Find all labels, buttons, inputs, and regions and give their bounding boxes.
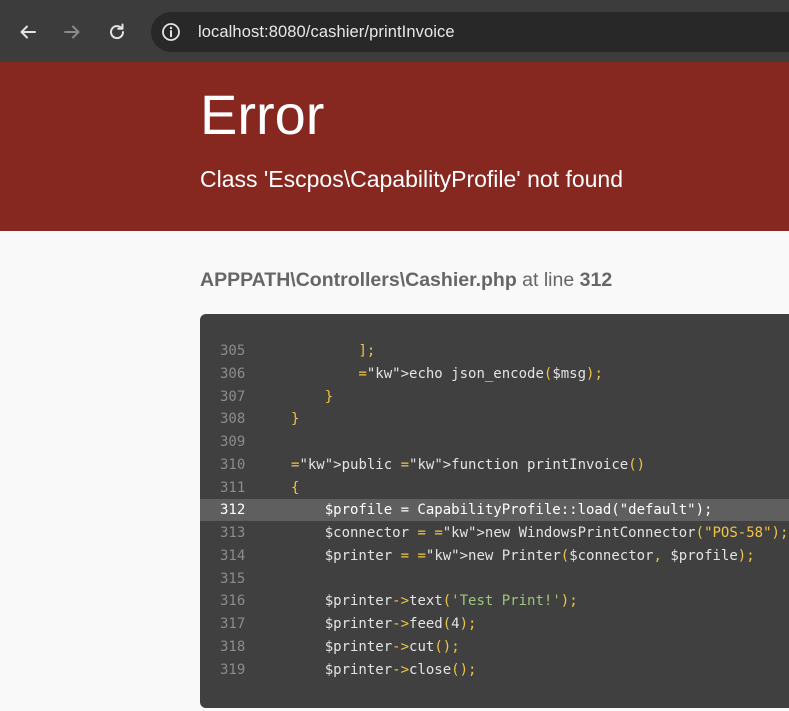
code-line-number: 309	[220, 434, 246, 450]
code-line-text: $printer->close();	[291, 661, 477, 678]
code-line-text: ="kw">echo json_encode($msg);	[358, 365, 603, 382]
code-line: 313 $connector = ="kw">new WindowsPrintC…	[200, 522, 789, 544]
code-line-number: 308	[220, 411, 246, 428]
code-line: 307 }	[200, 386, 789, 408]
code-line-number: 305	[220, 343, 246, 359]
code-line: 316 $printer->text('Test Print!');	[200, 590, 789, 612]
error-title: Error	[200, 83, 325, 146]
code-line: 311 {	[200, 477, 789, 499]
code-line-number: 306	[220, 365, 246, 382]
code-line-text: }	[324, 388, 334, 405]
code-line-number: 314	[220, 547, 246, 564]
code-line-number: 313	[220, 525, 246, 541]
code-snippet: 305 ]; 306 ="kw">echo json_encode($msg); 3…	[200, 314, 789, 708]
code-line-text: $printer->text('Test Print!');	[291, 593, 578, 610]
code-line-number: 307	[220, 388, 246, 405]
code-line-number: 311	[220, 479, 246, 496]
code-line: 305 ];	[200, 340, 789, 362]
back-button[interactable]	[14, 18, 42, 46]
arrow-right-icon	[64, 25, 80, 39]
at-line-label: at line	[522, 269, 575, 291]
address-bar[interactable]: localhost:8080/cashier/printInvoice	[151, 12, 789, 52]
code-line: 319 $printer->close();	[200, 659, 789, 681]
error-message: Class 'Escpos\CapabilityProfile' not fou…	[200, 166, 623, 192]
code-line: 308}	[200, 408, 789, 430]
code-line-number: 318	[220, 638, 246, 655]
code-line-text: $printer->cut();	[291, 638, 460, 655]
error-header: Error Class 'Escpos\CapabilityProfile' n…	[0, 62, 789, 231]
url-text[interactable]: localhost:8080/cashier/printInvoice	[198, 23, 455, 42]
code-line: 310 ="kw">public ="kw">function printInvo…	[200, 454, 789, 476]
code-line: 306 ="kw">echo json_encode($msg);	[200, 363, 789, 385]
code-line-text: $printer->feed(4);	[291, 616, 477, 632]
file-location: APPPATH\Controllers\Cashier.php at line …	[200, 269, 613, 291]
code-line-number: 319	[220, 661, 246, 678]
forward-button[interactable]	[58, 18, 86, 46]
browser-toolbar: localhost:8080/cashier/printInvoice	[0, 0, 789, 62]
code-line-number: 316	[220, 593, 246, 610]
code-line: 317 $printer->feed(4);	[200, 613, 789, 635]
code-line-number: 315	[220, 570, 246, 587]
code-line: 312 $profile = CapabilityProfile::load("…	[200, 499, 789, 522]
code-line-text: ="kw">public ="kw">function printInvoice…	[291, 456, 646, 473]
code-line-number: 312	[220, 502, 246, 519]
code-line: 318 $printer->cut();	[200, 636, 789, 658]
code-line: 309	[200, 431, 789, 453]
code-line-number: 317	[220, 616, 246, 632]
reload-icon	[110, 23, 125, 40]
code-line-text: $profile = CapabilityProfile::load("defa…	[291, 502, 713, 519]
code-line-text: $connector = ="kw">new WindowsPrintConne…	[291, 525, 789, 541]
line-number: 312	[579, 269, 613, 291]
file-path: APPPATH\Controllers\Cashier.php	[200, 269, 517, 291]
code-line-text: ];	[358, 343, 376, 359]
code-line-text: {	[291, 479, 300, 496]
code-line: 315	[200, 568, 789, 590]
info-circle-icon[interactable]	[161, 22, 181, 42]
code-line-text: }	[291, 411, 300, 428]
code-line-text: $printer = ="kw">new Printer($connector,…	[291, 547, 755, 564]
code-line: 314 $printer = ="kw">new Printer($connec…	[200, 545, 789, 567]
code-line-number: 310	[220, 456, 246, 473]
reload-button[interactable]	[103, 18, 131, 46]
arrow-left-icon	[20, 25, 36, 39]
